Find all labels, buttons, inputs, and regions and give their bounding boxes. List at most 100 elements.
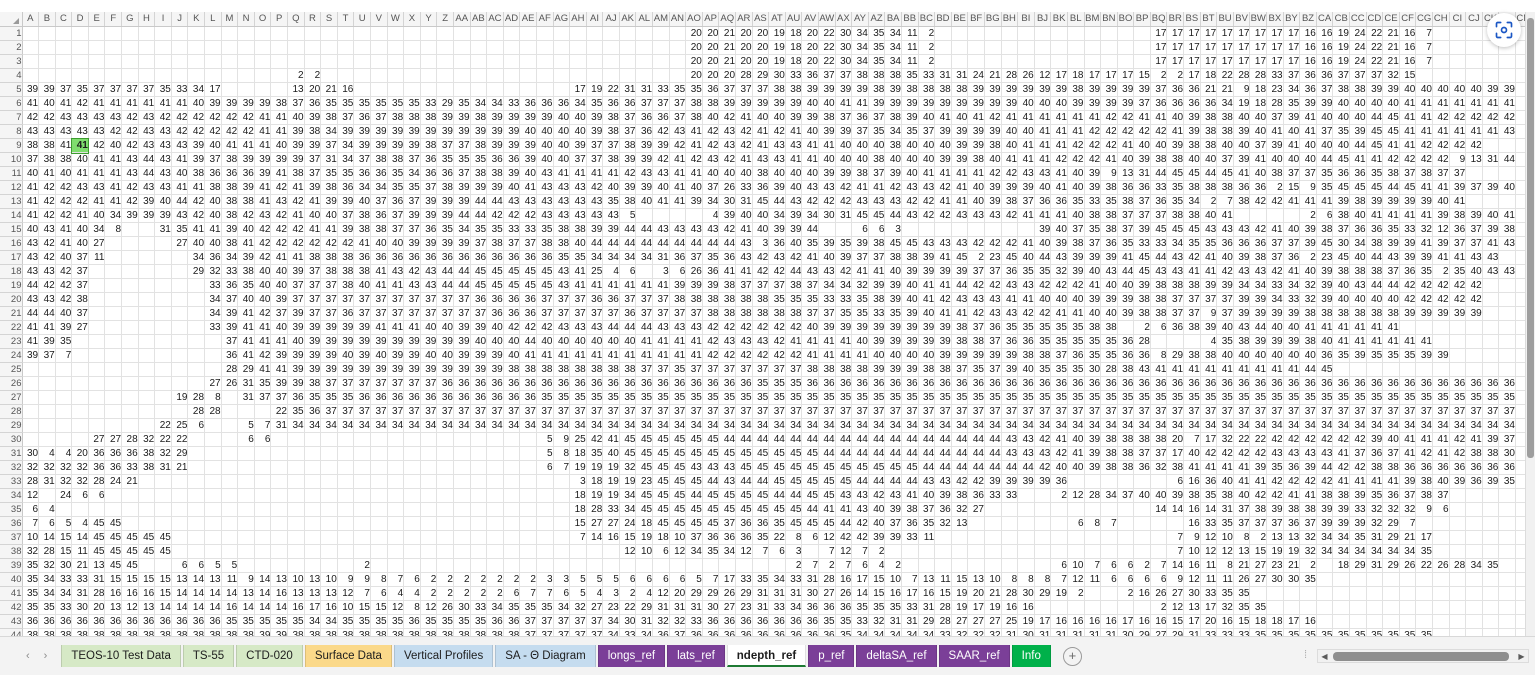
cell-R38[interactable]	[304, 544, 322, 559]
cell-L44[interactable]: 38	[204, 628, 222, 636]
cell-BY14[interactable]	[1283, 208, 1301, 223]
cell-BV36[interactable]: 37	[1233, 516, 1251, 531]
cell-AM18[interactable]: 3	[652, 264, 670, 279]
cell-BF10[interactable]: 38	[967, 152, 985, 167]
cell-S34[interactable]	[320, 488, 338, 503]
cell-AI5[interactable]: 19	[586, 82, 604, 97]
cell-CA3[interactable]: 16	[1316, 54, 1334, 69]
column-header-bz[interactable]: BZ	[1299, 12, 1317, 27]
cell-AU19[interactable]: 38	[785, 278, 803, 293]
cell-AE18[interactable]: 45	[519, 264, 537, 279]
cell-BT24[interactable]: 38	[1200, 348, 1218, 363]
cell-X12[interactable]: 35	[403, 180, 421, 195]
cell-X1[interactable]	[403, 26, 421, 41]
cell-Q8[interactable]: 39	[287, 124, 305, 139]
cell-L26[interactable]: 27	[204, 376, 222, 391]
prev-sheet-arrow-icon[interactable]: ‹	[26, 650, 30, 662]
cell-AY26[interactable]: 36	[851, 376, 869, 391]
cell-AH21[interactable]: 37	[569, 306, 587, 321]
cell-W30[interactable]	[387, 432, 405, 447]
cell-BS31[interactable]: 40	[1183, 446, 1201, 461]
cell-CC16[interactable]: 34	[1349, 236, 1367, 251]
cell-BA31[interactable]: 44	[884, 446, 902, 461]
cell-AP26[interactable]: 36	[702, 376, 720, 391]
cell-BM35[interactable]	[1084, 502, 1102, 517]
cell-M6[interactable]: 39	[221, 96, 239, 111]
cell-BH19[interactable]: 43	[1001, 278, 1019, 293]
cell-AE6[interactable]: 36	[519, 96, 537, 111]
cell-AS11[interactable]: 38	[752, 166, 770, 181]
cell-T8[interactable]: 39	[337, 124, 355, 139]
cell-AN43[interactable]: 32	[669, 614, 687, 629]
cell-CF25[interactable]	[1399, 362, 1417, 377]
cell-J38[interactable]	[171, 544, 189, 559]
cell-CC4[interactable]: 37	[1349, 68, 1367, 83]
cell-AW26[interactable]: 36	[818, 376, 836, 391]
cell-AC6[interactable]: 34	[486, 96, 504, 111]
cell-V2[interactable]	[370, 40, 388, 55]
cell-AI26[interactable]: 36	[586, 376, 604, 391]
vertical-scrollbar-thumb[interactable]	[1527, 18, 1534, 458]
cell-AM41[interactable]: 12	[652, 586, 670, 601]
cell-CD5[interactable]: 39	[1366, 82, 1384, 97]
cell-D10[interactable]: 40	[71, 152, 89, 167]
cell-J24[interactable]	[171, 348, 189, 363]
row-header-32[interactable]: 32	[0, 460, 23, 475]
cell-CL18[interactable]: 43	[1498, 264, 1516, 279]
cell-AJ38[interactable]	[602, 544, 620, 559]
cell-AC23[interactable]: 40	[486, 334, 504, 349]
cell-BE2[interactable]	[951, 40, 969, 55]
cell-AA19[interactable]: 44	[453, 278, 471, 293]
cell-CF43[interactable]	[1399, 614, 1417, 629]
cell-BB27[interactable]: 35	[901, 390, 919, 405]
cell-AS1[interactable]: 20	[752, 26, 770, 41]
cell-AL24[interactable]: 41	[635, 348, 654, 363]
cell-CG8[interactable]: 41	[1415, 124, 1433, 139]
cell-AZ18[interactable]: 41	[868, 264, 886, 279]
cell-AN2[interactable]	[669, 40, 687, 55]
cell-BQ14[interactable]: 37	[1150, 208, 1168, 223]
cell-AI21[interactable]: 37	[586, 306, 604, 321]
cell-BM27[interactable]: 35	[1084, 390, 1102, 405]
cell-G30[interactable]: 28	[121, 432, 139, 447]
cell-BW27[interactable]: 35	[1249, 390, 1268, 405]
cell-AR39[interactable]	[735, 558, 753, 573]
cell-H40[interactable]: 15	[138, 572, 156, 587]
cell-BX7[interactable]: 37	[1266, 110, 1284, 125]
cell-BQ29[interactable]: 34	[1150, 418, 1168, 433]
cell-BJ9[interactable]: 41	[1034, 138, 1052, 153]
vertical-scrollbar[interactable]	[1525, 12, 1535, 636]
cell-AO37[interactable]: 37	[685, 530, 703, 545]
cell-BU23[interactable]: 35	[1216, 334, 1234, 349]
cell-Y7[interactable]: 38	[420, 110, 438, 125]
cell-AJ34[interactable]: 19	[602, 488, 620, 503]
cell-BR44[interactable]: 29	[1166, 628, 1185, 636]
cell-AQ6[interactable]: 39	[718, 96, 737, 111]
cell-BM7[interactable]: 41	[1084, 110, 1102, 125]
cell-BZ40[interactable]: 35	[1299, 572, 1317, 587]
cell-CK6[interactable]: 41	[1482, 96, 1500, 111]
cell-V41[interactable]: 6	[370, 586, 388, 601]
cell-AQ11[interactable]: 40	[718, 166, 737, 181]
cell-AI16[interactable]: 44	[586, 236, 604, 251]
cell-BZ11[interactable]: 37	[1299, 166, 1317, 181]
cell-AT11[interactable]: 40	[768, 166, 786, 181]
sheet-tab-p-ref[interactable]: p_ref	[808, 645, 855, 667]
cell-AT20[interactable]: 35	[768, 292, 786, 307]
cell-AE38[interactable]	[519, 544, 537, 559]
cell-U18[interactable]: 38	[353, 264, 371, 279]
cell-BE19[interactable]: 44	[951, 278, 969, 293]
cell-CG37[interactable]: 17	[1415, 530, 1433, 545]
cell-BY24[interactable]: 40	[1283, 348, 1301, 363]
cell-L18[interactable]: 32	[204, 264, 222, 279]
cell-L36[interactable]	[204, 516, 222, 531]
cell-BT32[interactable]: 41	[1200, 460, 1218, 475]
cell-A28[interactable]	[22, 404, 40, 419]
cell-BX1[interactable]: 17	[1266, 26, 1284, 41]
cell-AZ32[interactable]: 45	[868, 460, 886, 475]
cell-X39[interactable]	[403, 558, 421, 573]
cell-T17[interactable]: 38	[337, 250, 355, 265]
cell-G37[interactable]: 45	[121, 530, 139, 545]
row-header-30[interactable]: 30	[0, 432, 23, 447]
cell-X43[interactable]: 36	[403, 614, 421, 629]
